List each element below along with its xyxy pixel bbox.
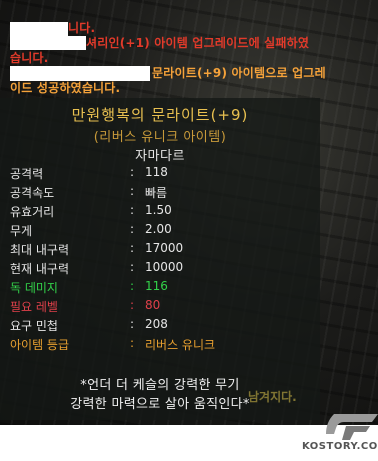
stat-label: 무게: [10, 224, 33, 238]
item-tooltip: 만원행복의 문라이트(+9) (리버스 유니크 아이템) 자마다르 공격력 : …: [0, 98, 320, 420]
stat-row: 아이템 등급 : 리버스 유니크: [10, 336, 310, 354]
stat-label: 필요 레벨: [10, 300, 58, 314]
item-rarity-subtitle: (리버스 유니크 아이템): [93, 130, 227, 145]
stat-row: 유효거리 : 1.50: [10, 203, 310, 221]
message-line-5: 이드 성공하였습니다.: [10, 81, 121, 95]
redacted-name-1: [10, 22, 68, 36]
stat-row: 공격속도 : 빠름: [10, 184, 310, 202]
stat-value: 17000: [145, 241, 184, 255]
message-line-4: 문라이트(+9) 아이템으로 업그레: [152, 66, 326, 80]
stat-colon: :: [130, 241, 135, 255]
stat-value: 리버스 유니크: [145, 338, 216, 352]
stat-colon: :: [130, 184, 135, 198]
stat-colon: :: [130, 317, 135, 331]
stat-value: 빠름: [145, 186, 168, 200]
stat-label: 공격속도: [10, 186, 55, 200]
stat-row: 최대 내구력 : 17000: [10, 241, 310, 259]
stat-row: 독 데미지 : 116: [10, 279, 310, 297]
stat-row: 요구 민첩 : 208: [10, 317, 310, 335]
stat-colon: :: [130, 260, 135, 274]
stat-row: 현재 내구력 : 10000: [10, 260, 310, 278]
stat-label: 요구 민첩: [10, 319, 58, 333]
game-scene-background: 니다. 셔리인(+1) 아이템 업그레이드에 실패하였 습니다. 문라이트(+9…: [0, 0, 378, 425]
redacted-name-3: [10, 66, 150, 81]
stat-label: 유효거리: [10, 205, 55, 219]
stat-colon: :: [130, 298, 135, 312]
item-base-name: 자마다르: [135, 149, 185, 164]
kostory-logo-text: KOSTORY.COM: [302, 441, 378, 452]
message-line-3: 습니다.: [10, 51, 49, 65]
stat-value: 116: [145, 279, 168, 293]
stat-colon: :: [130, 222, 135, 236]
stat-row: 무게 : 2.00: [10, 222, 310, 240]
redacted-name-2: [10, 36, 86, 50]
stat-row: 공격력 : 118: [10, 165, 310, 183]
stat-value: 10000: [145, 260, 184, 274]
message-line-1: 니다.: [68, 21, 96, 35]
stat-colon: :: [130, 203, 135, 217]
stat-value: 118: [145, 165, 168, 179]
stat-label: 독 데미지: [10, 281, 58, 295]
stat-row: 필요 레벨 : 80: [10, 298, 310, 316]
stat-value: 2.00: [145, 222, 172, 236]
stat-label: 현재 내구력: [10, 262, 70, 276]
message-line-2: 셔리인(+1) 아이템 업그레이드에 실패하였: [86, 36, 310, 50]
stat-colon: :: [130, 279, 135, 293]
stat-label: 아이템 등급: [10, 338, 70, 352]
stat-value: 80: [145, 298, 161, 312]
stat-colon: :: [130, 336, 135, 350]
stat-value: 1.50: [145, 203, 172, 217]
stat-colon: :: [130, 165, 135, 179]
stat-label: 최대 내구력: [10, 243, 70, 257]
stat-value: 208: [145, 317, 168, 331]
item-title: 만원행복의 문라이트(+9): [71, 106, 249, 124]
stat-label: 공격력: [10, 167, 44, 181]
